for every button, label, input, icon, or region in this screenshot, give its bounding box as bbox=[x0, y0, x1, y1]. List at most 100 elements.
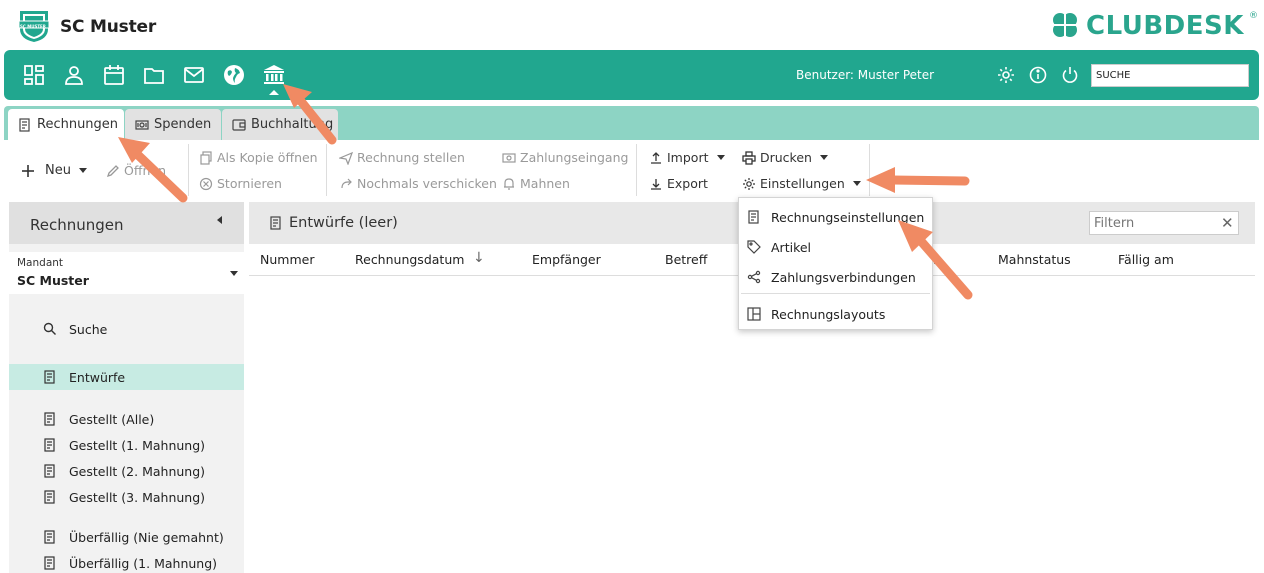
column-header-reminder-status[interactable]: Mahnstatus bbox=[998, 252, 1071, 267]
open-copy-button[interactable]: Als Kopie öffnen bbox=[199, 150, 318, 165]
sidebar: Rechnungen Mandant SC Muster Suche Entwü… bbox=[9, 202, 244, 573]
export-button[interactable]: Export bbox=[649, 176, 708, 191]
payment-received-button[interactable]: Zahlungseingang bbox=[502, 150, 628, 165]
column-header-number[interactable]: Nummer bbox=[260, 252, 314, 267]
club-name: SC Muster bbox=[60, 17, 157, 37]
remind-button[interactable]: Mahnen bbox=[502, 176, 570, 191]
sidebar-header: Rechnungen bbox=[9, 202, 244, 244]
info-icon[interactable] bbox=[1029, 66, 1047, 84]
sidebar-item-label: Entwürfe bbox=[69, 369, 126, 385]
calendar-icon[interactable] bbox=[103, 64, 125, 86]
sidebar-item-label: Gestellt (Alle) bbox=[69, 411, 155, 427]
sidebar-title: Rechnungen bbox=[30, 216, 124, 234]
edit-button[interactable]: Öffnen bbox=[106, 163, 166, 178]
toolbar-divider bbox=[636, 144, 637, 196]
sort-descending-icon[interactable]: ↓ bbox=[473, 250, 485, 266]
toolbar-divider bbox=[326, 144, 327, 196]
import-label: Import bbox=[667, 150, 709, 165]
menu-item-articles[interactable]: Artikel bbox=[739, 233, 932, 261]
import-button[interactable]: Import bbox=[649, 150, 725, 165]
folder-icon[interactable] bbox=[143, 64, 165, 86]
dashboard-icon[interactable] bbox=[23, 64, 45, 86]
menu-item-label: Zahlungsverbindungen bbox=[771, 269, 916, 285]
menu-item-invoice-settings[interactable]: Rechnungseinstellungen bbox=[739, 203, 932, 231]
invoice-icon bbox=[44, 556, 55, 570]
issue-invoice-button[interactable]: Rechnung stellen bbox=[339, 150, 465, 165]
resend-label: Nochmals verschicken bbox=[357, 176, 497, 191]
upload-icon bbox=[651, 151, 661, 164]
pencil-icon bbox=[106, 164, 119, 177]
settings-dropdown-menu: Rechnungseinstellungen Artikel Zahlungsv… bbox=[738, 197, 933, 330]
sidebar-item-gestellt-alle[interactable]: Gestellt (Alle) bbox=[9, 406, 244, 432]
cancel-circle-icon bbox=[199, 177, 213, 190]
mail-icon[interactable] bbox=[183, 64, 205, 86]
share-icon bbox=[747, 270, 761, 284]
tab-label: Rechnungen bbox=[37, 117, 119, 132]
column-header-invoice-date[interactable]: Rechnungsdatum bbox=[355, 252, 464, 267]
chevron-down-icon bbox=[852, 181, 861, 186]
printer-icon bbox=[742, 150, 756, 165]
new-label: Neu bbox=[45, 163, 71, 178]
banknote-icon bbox=[135, 119, 149, 130]
chevron-down-icon bbox=[230, 271, 238, 276]
sidebar-item-gestellt-1[interactable]: Gestellt (1. Mahnung) bbox=[9, 432, 244, 458]
tab-spenden[interactable]: Spenden bbox=[125, 109, 221, 140]
new-button[interactable]: Neu bbox=[21, 163, 87, 178]
invoice-icon bbox=[44, 370, 55, 384]
plus-icon bbox=[22, 164, 34, 177]
sidebar-item-label: Gestellt (3. Mahnung) bbox=[69, 489, 206, 505]
sidebar-item-ueberfaellig-nie[interactable]: Überfällig (Nie gemahnt) bbox=[9, 524, 244, 550]
main-nav: Benutzer: Muster Peter bbox=[4, 50, 1259, 100]
column-header-subject[interactable]: Betreff bbox=[665, 252, 707, 267]
sidebar-item-entwuerfe[interactable]: Entwürfe bbox=[9, 364, 244, 390]
layout-icon bbox=[747, 307, 761, 321]
globe-icon[interactable] bbox=[223, 64, 245, 86]
sidebar-item-search[interactable]: Suche bbox=[9, 316, 244, 342]
person-icon[interactable] bbox=[63, 64, 85, 86]
clubdesk-wordmark: CLUBDESK bbox=[1086, 11, 1244, 41]
wallet-icon bbox=[232, 118, 246, 131]
remind-label: Mahnen bbox=[520, 176, 570, 191]
resend-button[interactable]: Nochmals verschicken bbox=[339, 176, 497, 191]
send-icon bbox=[339, 151, 353, 165]
power-icon[interactable] bbox=[1061, 66, 1079, 84]
collapse-sidebar-icon[interactable] bbox=[217, 216, 222, 224]
sidebar-item-label: Suche bbox=[69, 321, 108, 337]
open-copy-label: Als Kopie öffnen bbox=[217, 150, 318, 165]
cancel-invoice-button[interactable]: Stornieren bbox=[199, 176, 282, 191]
sidebar-item-gestellt-2[interactable]: Gestellt (2. Mahnung) bbox=[9, 458, 244, 484]
mandant-label: Mandant bbox=[17, 257, 64, 269]
module-tab-bar: Rechnungen Spenden Buchhaltung bbox=[4, 106, 1259, 140]
tab-rechnungen[interactable]: Rechnungen bbox=[8, 109, 124, 140]
clubdesk-clover-icon bbox=[1053, 13, 1077, 37]
menu-divider bbox=[741, 293, 930, 294]
clear-filter-icon[interactable]: ✕ bbox=[1221, 214, 1234, 232]
toolbar-divider bbox=[869, 144, 870, 196]
sidebar-item-gestellt-3[interactable]: Gestellt (3. Mahnung) bbox=[9, 484, 244, 510]
tab-buchhaltung[interactable]: Buchhaltung bbox=[222, 109, 338, 140]
filter-input[interactable] bbox=[1089, 211, 1239, 235]
menu-item-label: Rechnungseinstellungen bbox=[771, 209, 925, 225]
sidebar-item-ueberfaellig-1[interactable]: Überfällig (1. Mahnung) bbox=[9, 550, 244, 573]
copy-icon bbox=[200, 150, 212, 165]
print-button[interactable]: Drucken bbox=[742, 150, 828, 165]
column-header-recipient[interactable]: Empfänger bbox=[532, 252, 601, 267]
invoice-icon bbox=[44, 464, 55, 478]
invoice-icon bbox=[270, 216, 281, 230]
export-label: Export bbox=[667, 176, 708, 191]
mandant-select[interactable]: Mandant SC Muster bbox=[9, 252, 244, 294]
panel-title-text: Entwürfe (leer) bbox=[289, 215, 398, 231]
invoice-icon bbox=[44, 438, 55, 452]
tab-label: Spenden bbox=[154, 117, 212, 132]
invoice-icon bbox=[44, 530, 55, 544]
menu-item-payment-connections[interactable]: Zahlungsverbindungen bbox=[739, 263, 932, 291]
search-input[interactable] bbox=[1091, 64, 1249, 87]
search-icon bbox=[43, 322, 56, 335]
bank-icon[interactable] bbox=[263, 64, 285, 86]
menu-item-label: Artikel bbox=[771, 239, 812, 255]
gear-icon[interactable] bbox=[997, 66, 1015, 84]
column-header-due-date[interactable]: Fällig am bbox=[1118, 252, 1174, 267]
chevron-down-icon bbox=[819, 155, 828, 160]
menu-item-invoice-layouts[interactable]: Rechnungslayouts bbox=[739, 300, 932, 328]
settings-button[interactable]: Einstellungen bbox=[742, 176, 861, 191]
